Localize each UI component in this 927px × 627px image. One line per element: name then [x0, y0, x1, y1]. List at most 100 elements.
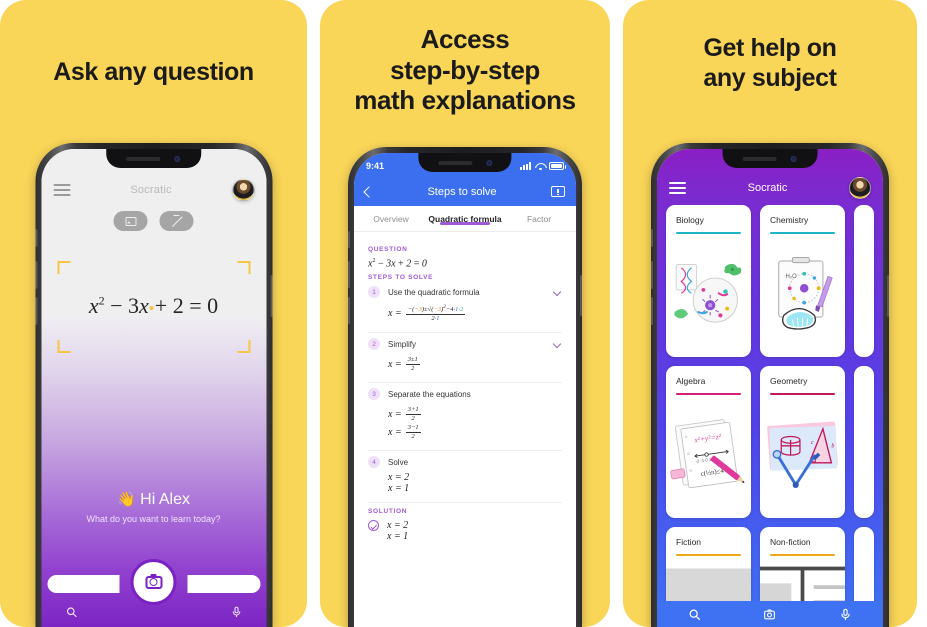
- step-row-3[interactable]: 3 Separate the equations: [368, 388, 562, 401]
- search-input-left[interactable]: [47, 575, 120, 593]
- flash-toggle-button[interactable]: [159, 211, 194, 231]
- cellular-signal-icon: [520, 162, 531, 170]
- promo-headline-2: Access step-by-step math explanations: [320, 24, 610, 116]
- subject-card-fiction[interactable]: Fiction: [666, 527, 751, 601]
- fraction-numerator: 3±1: [405, 356, 420, 365]
- user-avatar[interactable]: [849, 177, 871, 199]
- fraction: 3−1 2: [405, 424, 421, 440]
- solution-heading: SOLUTION: [368, 508, 408, 516]
- algebra-art: x²+y²=z² -2 -1 0 1 2 c(½π)≤4: [666, 400, 751, 512]
- greeting-title: Hi Alex: [140, 491, 190, 508]
- step-divider: [368, 382, 562, 384]
- nonfiction-art: [760, 561, 845, 601]
- subject-card-chemistry[interactable]: Chemistry H₂O: [760, 205, 845, 357]
- phone-volume-up: [651, 261, 653, 289]
- microphone-icon[interactable]: [230, 606, 242, 618]
- chevron-down-icon[interactable]: [552, 340, 562, 349]
- status-indicators: [520, 162, 566, 170]
- phone-mockup-3: Socratic Biology Chemistry H₂O Algebra x…: [651, 143, 889, 627]
- step-result-2: x = 1: [388, 483, 410, 495]
- search-icon[interactable]: [688, 608, 701, 621]
- earpiece-speaker: [437, 160, 472, 165]
- earpiece-speaker: [743, 156, 777, 161]
- fraction-numerator: −(−3)±√(−3)2−4·1·2: [405, 304, 466, 315]
- scan-dot-marker: [149, 305, 154, 310]
- biology-art: [666, 239, 751, 351]
- gallery-button[interactable]: [113, 211, 148, 231]
- chemistry-art: H₂O: [760, 239, 845, 351]
- phone-notch: [418, 153, 512, 172]
- headline-line-2: step-by-step: [390, 54, 540, 85]
- bracket-top-left: [57, 261, 70, 274]
- phone-power-button: [270, 275, 272, 317]
- subject-card-geometry[interactable]: Geometry c b: [760, 366, 845, 518]
- step-row-1[interactable]: 1 Use the quadratic formula: [368, 286, 562, 299]
- subject-name: Biology: [676, 215, 704, 225]
- headline-line-2: any subject: [703, 63, 837, 92]
- subject-card-algebra[interactable]: Algebra x²+y²=z² -2 -1 0 1 2 c(½π)≤4: [666, 366, 751, 518]
- flash-off-icon: [171, 215, 182, 227]
- tab-quadratic-formula[interactable]: Quadratic formula: [428, 214, 502, 225]
- subject-card-partial-middle[interactable]: [854, 366, 874, 518]
- bottom-nav-3: [657, 601, 883, 627]
- app-bar-1: Socratic: [41, 171, 266, 209]
- phone-screen-2: 9:41 Steps to solve Overview Quadratic f…: [354, 153, 576, 627]
- promo-card-any-subject: Get help on any subject Socratic Biology…: [623, 0, 917, 627]
- phone-volume-down: [35, 297, 37, 325]
- promo-headline-3: Get help on any subject: [623, 34, 917, 93]
- subject-card-biology[interactable]: Biology: [666, 205, 751, 357]
- steps-content: QUESTION x2 − 3x + 2 = 0 STEPS TO SOLVE …: [354, 233, 576, 627]
- headline-line-1: Access: [420, 24, 510, 54]
- fraction-denominator: 2: [411, 432, 415, 440]
- subject-card-partial-bottom[interactable]: [854, 527, 874, 601]
- microphone-icon[interactable]: [839, 608, 852, 621]
- phone-notch: [106, 149, 201, 168]
- camera-icon[interactable]: [763, 608, 776, 621]
- subject-name: Non-fiction: [770, 537, 811, 547]
- battery-full-icon: [549, 162, 566, 170]
- step-row-4[interactable]: 4 Solve: [368, 456, 562, 469]
- search-input-right[interactable]: [187, 575, 260, 593]
- tab-factor[interactable]: Factor: [502, 214, 576, 224]
- solution-values: x = 2 x = 1: [387, 520, 408, 542]
- app-bar-2: Steps to solve: [354, 177, 576, 206]
- front-camera-icon: [791, 155, 797, 162]
- fraction-denominator: 2: [411, 414, 415, 422]
- svg-text:b: b: [831, 444, 834, 450]
- subject-rule: [770, 232, 835, 234]
- subject-card-partial-top[interactable]: [854, 205, 874, 357]
- search-icon[interactable]: [65, 606, 77, 618]
- phone-mockup-2: 9:41 Steps to solve Overview Quadratic f…: [348, 147, 582, 627]
- fraction-numerator: 3−1: [405, 424, 421, 433]
- hamburger-menu-icon[interactable]: [669, 182, 686, 194]
- definition-book-icon[interactable]: [551, 186, 565, 197]
- earpiece-speaker: [126, 156, 161, 161]
- front-camera-icon: [485, 159, 492, 166]
- phone-notch: [722, 149, 818, 168]
- tab-bar: Overview Quadratic formula Factor: [354, 206, 576, 232]
- subject-rule: [676, 554, 741, 556]
- gallery-image-icon: [125, 216, 136, 226]
- promo-card-ask-any-question: Ask any question Socratic x2 − 3x + 2 = …: [0, 0, 307, 627]
- subject-name: Chemistry: [770, 215, 809, 225]
- user-avatar[interactable]: [232, 179, 254, 201]
- step-divider: [368, 332, 562, 334]
- subject-name: Fiction: [676, 537, 702, 547]
- chevron-down-icon[interactable]: [552, 288, 562, 297]
- step-math: x = −(−3)±√(−3)2−4·1·2 2·1: [388, 304, 466, 322]
- bracket-bottom-left: [57, 340, 70, 353]
- tab-overview[interactable]: Overview: [354, 214, 428, 224]
- hamburger-menu-icon[interactable]: [53, 184, 70, 196]
- chevron-left-icon[interactable]: [363, 185, 375, 198]
- bracket-top-right: [237, 261, 250, 274]
- fraction-denominator: 2·1: [431, 314, 440, 322]
- subjects-grid: Biology Chemistry H₂O Algebra x²+y²=z² -…: [657, 205, 883, 601]
- step-title: Solve: [388, 457, 409, 467]
- camera-shutter-button[interactable]: [130, 559, 177, 605]
- step-row-2[interactable]: 2 Simplify: [368, 338, 562, 351]
- subject-card-nonfiction[interactable]: Non-fiction: [760, 527, 845, 601]
- fraction: −(−3)±√(−3)2−4·1·2 2·1: [405, 304, 466, 322]
- step-body-2: x = 3±1 2: [368, 350, 562, 379]
- phone-mute-switch: [651, 229, 653, 247]
- step-result-1: x = 2: [388, 472, 410, 484]
